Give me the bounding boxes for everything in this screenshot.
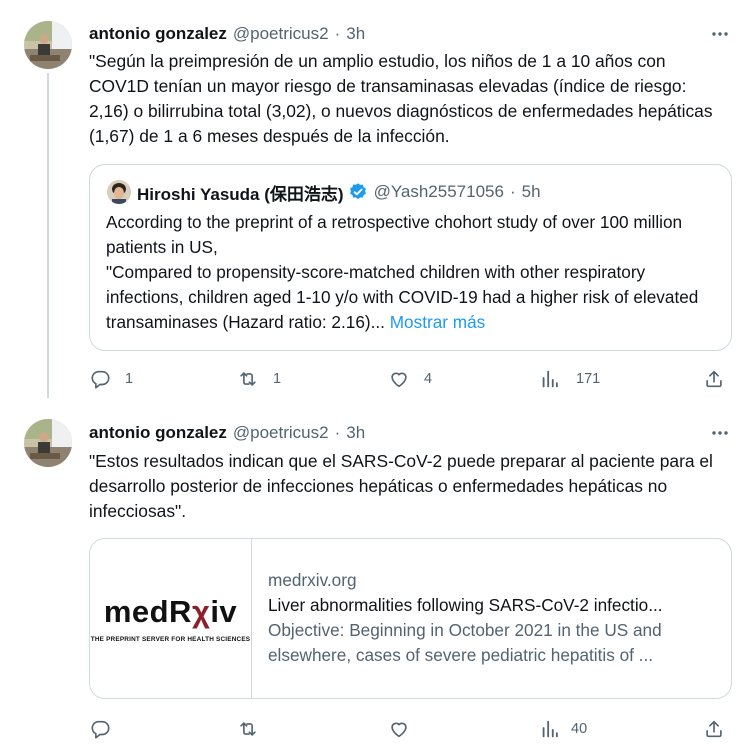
views-button[interactable]: 40	[539, 714, 587, 744]
repost-icon	[240, 372, 256, 386]
views-count: 40	[571, 721, 588, 737]
avatar[interactable]	[24, 419, 72, 467]
card-description: Objective: Beginning in October 2021 in …	[268, 620, 662, 665]
more-icon	[712, 32, 728, 36]
card-title: Liver abnormalities following SARS-CoV-2…	[268, 595, 663, 615]
quote-author-name[interactable]: Hiroshi Yasuda (保田浩志)	[137, 180, 344, 205]
more-icon	[712, 431, 728, 435]
card-thumbnail: medRχiv THE PREPRINT SERVER FOR HEALTH S…	[90, 539, 252, 698]
author-name[interactable]: antonio gonzalez	[89, 24, 227, 44]
card-body: medrxiv.org Liver abnormalities followin…	[268, 568, 718, 668]
like-icon	[391, 372, 407, 388]
share-icon	[706, 370, 722, 388]
more-button[interactable]	[704, 421, 736, 445]
timestamp[interactable]: 3h	[346, 423, 365, 443]
like-count: 4	[424, 371, 433, 387]
like-button[interactable]: 4	[388, 364, 432, 394]
link-card[interactable]: medRχiv THE PREPRINT SERVER FOR HEALTH S…	[89, 538, 732, 699]
avatar[interactable]	[24, 21, 72, 69]
quote-author-handle[interactable]: @Yash25571056	[374, 182, 504, 202]
author-handle[interactable]: @poetricus2	[233, 423, 329, 443]
timestamp[interactable]: 3h	[346, 24, 365, 44]
tweet-text: "Estos resultados indican que el SARS-Co…	[89, 451, 713, 521]
medrxiv-logo: medRχiv	[103, 594, 238, 629]
tweet-header: antonio gonzalez @poetricus2 · 3h	[89, 22, 365, 46]
reply-icon	[91, 720, 110, 739]
views-icon	[542, 720, 558, 738]
quote-header: Hiroshi Yasuda (保田浩志) @Yash25571056 · 5h	[107, 180, 541, 204]
tweet-text: "Según la preimpresión de un amplio estu…	[89, 51, 713, 146]
share-icon	[706, 720, 722, 738]
more-button[interactable]	[704, 22, 736, 46]
separator: ·	[334, 423, 341, 442]
repost-icon	[240, 722, 256, 736]
repost-button[interactable]	[237, 714, 273, 744]
separator: ·	[509, 182, 516, 201]
views-count: 171	[576, 371, 601, 387]
thread-line	[47, 73, 49, 398]
repost-button[interactable]: 1	[237, 364, 281, 394]
author-handle[interactable]: @poetricus2	[233, 24, 329, 44]
card-domain: medrxiv.org	[268, 570, 357, 590]
tweet[interactable]: antonio gonzalez @poetricus2 · 3h "Estos…	[0, 398, 752, 756]
quote-timestamp[interactable]: 5h	[522, 182, 541, 202]
like-icon	[391, 722, 407, 738]
reply-icon	[91, 370, 110, 389]
author-name[interactable]: antonio gonzalez	[89, 423, 227, 443]
tweet-header: antonio gonzalez @poetricus2 · 3h	[89, 421, 365, 445]
like-button[interactable]	[388, 714, 424, 744]
quote-text: According to the preprint of a retrospec…	[106, 210, 721, 335]
reply-button[interactable]: 1	[89, 364, 133, 394]
show-more-link[interactable]: Mostrar más	[390, 312, 486, 332]
quote-avatar[interactable]	[107, 180, 131, 204]
repost-count: 1	[273, 371, 282, 387]
views-icon	[542, 370, 558, 388]
share-button[interactable]	[703, 364, 725, 394]
reply-button[interactable]	[89, 714, 125, 744]
tweet-actions: 1 1 4 171	[0, 364, 752, 394]
quoted-tweet[interactable]: Hiroshi Yasuda (保田浩志) @Yash25571056 · 5h…	[89, 164, 732, 351]
views-button[interactable]: 171	[539, 364, 600, 394]
share-button[interactable]	[703, 714, 725, 744]
reply-count: 1	[125, 371, 134, 387]
card-logo-tagline: THE PREPRINT SERVER FOR HEALTH SCIENCES	[90, 636, 251, 643]
separator: ·	[334, 24, 341, 43]
verified-badge-icon	[349, 183, 366, 200]
tweet-actions: 40	[0, 714, 752, 744]
tweet[interactable]: antonio gonzalez @poetricus2 · 3h "Según…	[0, 0, 752, 398]
